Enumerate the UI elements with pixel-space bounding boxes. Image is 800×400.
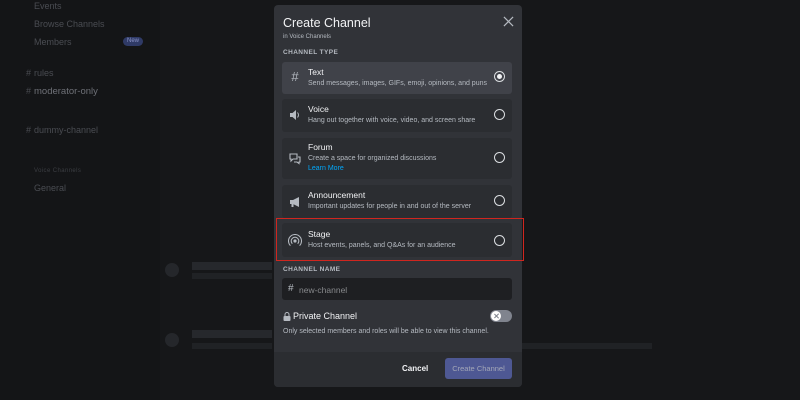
bg-sidebar-item: Browse Channels — [34, 19, 105, 29]
create-channel-modal: Create Channel in Voice Channels CHANNEL… — [274, 5, 522, 387]
modal-subtitle: in Voice Channels — [283, 34, 332, 40]
close-icon[interactable] — [503, 16, 514, 27]
channel-name-field[interactable]: # — [282, 278, 512, 300]
bg-message — [192, 273, 272, 279]
option-name: Announcement — [308, 190, 366, 200]
radio-unselected[interactable] — [494, 195, 505, 206]
modal-title: Create Channel — [283, 16, 371, 30]
toggle-off-icon — [491, 311, 501, 321]
bg-sidebar-item: Events — [34, 1, 62, 11]
bg-sidebar-item: Members — [34, 37, 72, 47]
private-channel-toggle[interactable] — [490, 310, 512, 322]
channel-type-text[interactable]: # Text Send messages, images, GIFs, emoj… — [282, 62, 512, 94]
channel-name-input[interactable] — [297, 281, 506, 299]
forum-icon — [289, 153, 301, 165]
bg-message — [192, 330, 272, 338]
bg-avatar — [165, 263, 179, 277]
option-description: Send messages, images, GIFs, emoji, opin… — [308, 80, 487, 87]
radio-unselected[interactable] — [494, 109, 505, 120]
stage-highlight-box — [276, 218, 524, 261]
option-name: Text — [308, 67, 324, 77]
channel-name-label: CHANNEL NAME — [283, 266, 341, 273]
option-description: Create a space for organized discussions — [308, 155, 437, 162]
hashtag-icon: # — [291, 69, 299, 84]
megaphone-icon — [290, 197, 299, 207]
bg-message — [522, 343, 652, 349]
cancel-button[interactable]: Cancel — [402, 364, 428, 373]
bg-hash-icon: # — [26, 68, 32, 78]
channel-type-label: CHANNEL TYPE — [283, 49, 339, 56]
bg-sidebar-item: moderator-only — [34, 86, 98, 97]
bg-section-label: Voice Channels — [34, 168, 82, 174]
radio-selected[interactable] — [494, 71, 505, 82]
private-channel-title: Private Channel — [293, 311, 358, 321]
background-sidebar: Events Browse Channels Members New # rul… — [0, 0, 160, 400]
lock-icon — [283, 312, 291, 321]
channel-type-voice[interactable]: Voice Hang out together with voice, vide… — [282, 99, 512, 132]
bg-sidebar-item: rules — [34, 68, 54, 78]
create-channel-button[interactable]: Create Channel — [445, 358, 512, 379]
channel-type-announcement[interactable]: Announcement Important updates for peopl… — [282, 185, 512, 218]
modal-footer: Cancel Create Channel — [274, 352, 522, 387]
learn-more-link[interactable]: Learn More — [308, 165, 344, 172]
hashtag-icon: # — [288, 283, 294, 294]
bg-sidebar-item: General — [34, 183, 67, 193]
bg-hash-icon: # — [26, 86, 32, 96]
bg-message — [192, 262, 272, 270]
private-channel-description: Only selected members and roles will be … — [283, 328, 489, 335]
bg-sidebar-item: dummy-channel — [34, 125, 99, 135]
channel-type-forum[interactable]: Forum Create a space for organized discu… — [282, 138, 512, 179]
bg-hash-icon: # — [26, 125, 32, 135]
option-name: Voice — [308, 104, 329, 114]
option-name: Forum — [308, 142, 333, 152]
bg-message — [192, 343, 272, 349]
bg-new-badge: New — [123, 37, 143, 46]
radio-unselected[interactable] — [494, 152, 505, 163]
option-description: Important updates for people in and out … — [308, 203, 472, 210]
speaker-icon — [290, 110, 299, 120]
bg-avatar — [165, 333, 179, 347]
option-description: Hang out together with voice, video, and… — [308, 117, 476, 124]
